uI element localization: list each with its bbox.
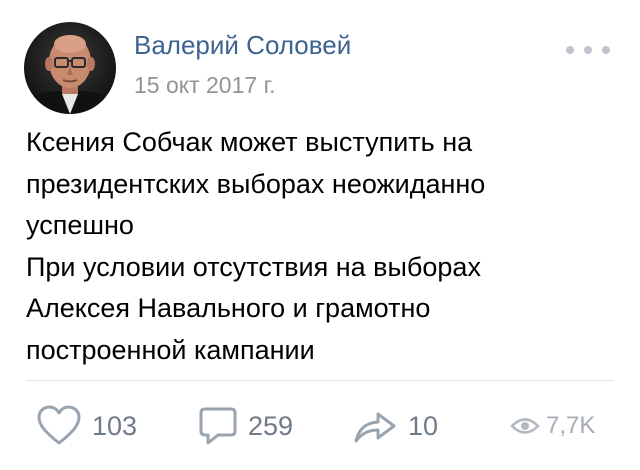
post-text-line: президентских выборах неожиданно (26, 168, 486, 199)
divider (26, 380, 614, 381)
author-avatar[interactable] (24, 22, 116, 114)
share-arrow-icon (354, 412, 396, 443)
share-count: 10 (408, 410, 439, 441)
post-text: Ксения Собчак может выступить на президе… (26, 122, 616, 371)
post-text-line: Ксения Собчак может выступить на (26, 127, 473, 157)
more-options-button[interactable] (566, 40, 610, 60)
more-dots-icon (602, 46, 610, 54)
post-card: Валерий Соловей 15 окт 2017 г. Ксения Со… (0, 0, 640, 470)
post-text-line: Алексея Навального и грамотно (26, 293, 431, 323)
like-count: 103 (92, 410, 138, 441)
comment-count: 259 (248, 410, 294, 441)
avatar-photo (24, 22, 116, 114)
views-count: 7,7K (546, 412, 596, 439)
author-name[interactable]: Валерий Соловей (134, 30, 351, 61)
post-text-line: построенной кампании (26, 334, 315, 365)
heart-icon (37, 405, 81, 445)
like-button[interactable]: 103 (36, 402, 137, 450)
post-text-line: При условии отсутствия на выборах (26, 251, 481, 282)
views-counter: 7,7K (510, 402, 595, 450)
eye-icon (510, 418, 540, 434)
post-date[interactable]: 15 окт 2017 г. (134, 72, 276, 99)
more-dots-icon (584, 46, 592, 54)
post-text-line: успешно (26, 210, 134, 240)
share-button[interactable]: 10 (352, 402, 438, 450)
comment-button[interactable]: 259 (198, 402, 293, 450)
more-dots-icon (566, 46, 574, 54)
comment-icon (199, 407, 237, 445)
